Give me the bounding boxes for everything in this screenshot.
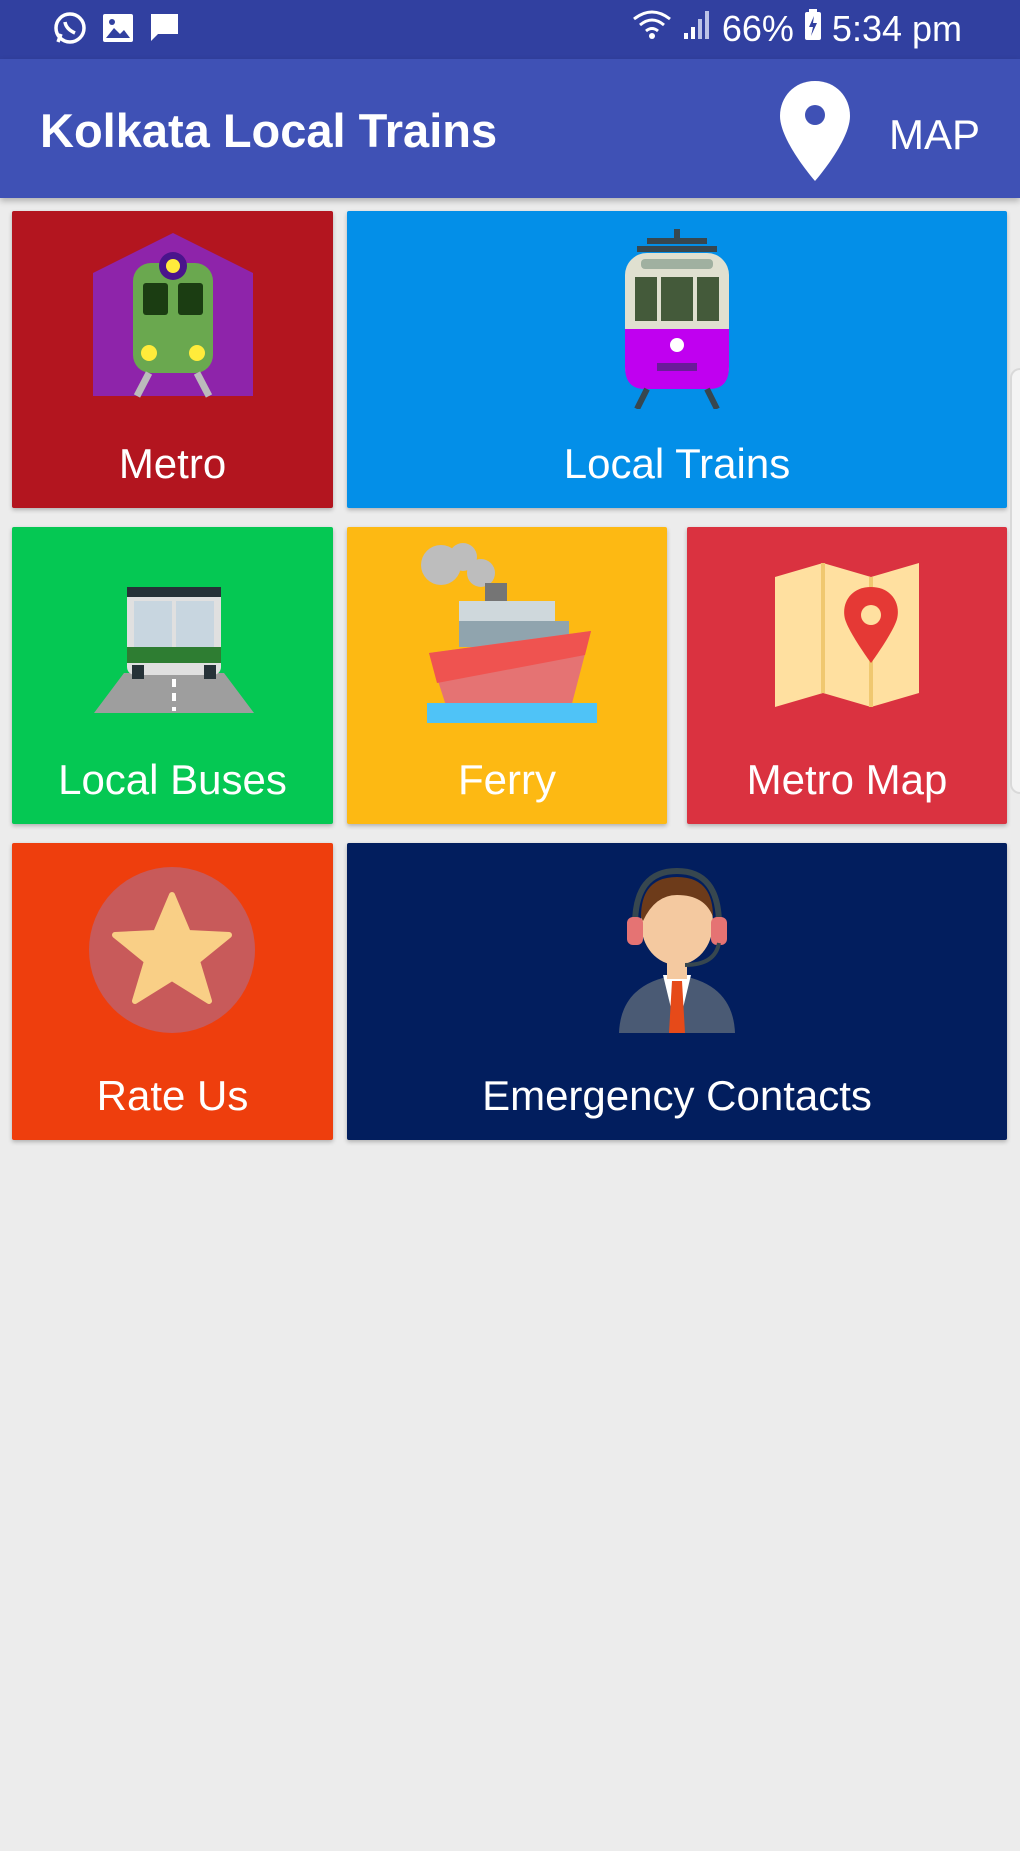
tram-icon [617, 229, 737, 414]
whatsapp-icon [52, 10, 88, 51]
metro-train-icon [93, 233, 253, 404]
metro-map-tile[interactable]: Metro Map [687, 527, 1007, 824]
local-buses-tile[interactable]: Local Buses [12, 527, 333, 824]
gallery-icon [102, 13, 134, 48]
ferry-tile[interactable]: Ferry [347, 527, 667, 824]
map-pin-icon[interactable] [778, 79, 852, 188]
app-bar: Kolkata Local Trains MAP [0, 59, 1020, 198]
tile-label: Local Trains [563, 440, 791, 487]
wifi-icon [632, 8, 672, 50]
map-button[interactable]: MAP [889, 111, 980, 159]
local-trains-tile[interactable]: Local Trains [347, 211, 1007, 508]
tile-label: Emergency Contacts [482, 1072, 872, 1119]
signal-icon [682, 8, 712, 50]
tile-label: Ferry [458, 756, 556, 803]
tile-label: Local Buses [58, 756, 287, 803]
battery-icon [804, 8, 822, 50]
ship-icon [419, 543, 599, 732]
tile-label: Metro [118, 440, 227, 487]
support-agent-icon [615, 865, 739, 1038]
battery-percent: 66% [721, 8, 794, 49]
message-icon [148, 12, 180, 49]
clock: 5:34 pm [831, 8, 962, 49]
emergency-contacts-tile[interactable]: Emergency Contacts [347, 843, 1007, 1140]
bus-icon [94, 583, 254, 718]
tile-label: Metro Map [746, 756, 948, 803]
tile-label: Rate Us [96, 1072, 249, 1119]
metro-tile[interactable]: Metro [12, 211, 333, 508]
star-icon [89, 867, 255, 1038]
scroll-edge-indicator [1010, 368, 1020, 794]
app-title: Kolkata Local Trains [40, 104, 498, 157]
status-bar: 66% 5:34 pm [0, 0, 1020, 59]
folded-map-icon [775, 563, 919, 712]
rate-us-tile[interactable]: Rate Us [12, 843, 333, 1140]
